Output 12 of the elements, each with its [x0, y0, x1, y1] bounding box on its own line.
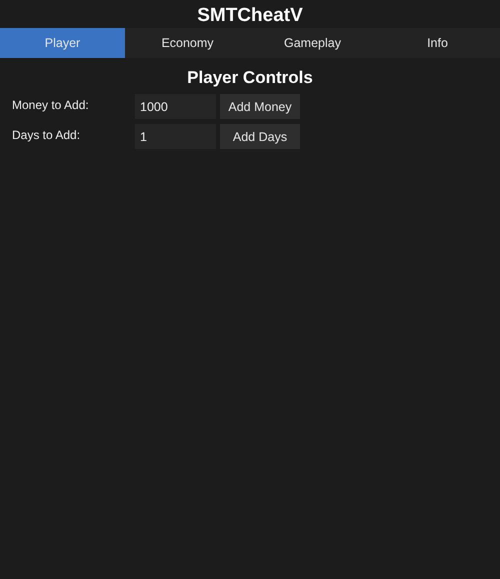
input-field[interactable]: 1	[135, 124, 216, 149]
action-button[interactable]: Add Money	[220, 94, 300, 119]
field-label: Days to Add:	[11, 127, 82, 143]
window-title: SMTCheatV	[196, 4, 304, 28]
action-button[interactable]: Add Days	[220, 124, 300, 149]
panel-heading: Player Controls	[186, 68, 314, 89]
input-field[interactable]: 1000	[135, 94, 216, 119]
tab[interactable]: Player	[0, 28, 125, 58]
field-label: Money to Add:	[11, 97, 90, 113]
tab[interactable]: Gameplay	[250, 28, 375, 58]
tab[interactable]: Info	[375, 28, 500, 58]
tab[interactable]: Economy	[125, 28, 250, 58]
